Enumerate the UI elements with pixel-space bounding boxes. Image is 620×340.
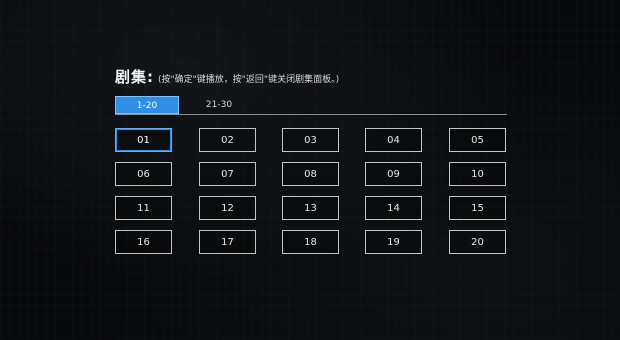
episode-button-16[interactable]: 16	[115, 230, 172, 254]
episode-grid: 01 02 03 04 05 06 07 08 09 10 11 12 13 1…	[115, 128, 508, 254]
panel-hint: (按"确定"键播放，按"返回"键关闭剧集面板。)	[158, 75, 340, 85]
tab-1-20[interactable]: 1-20	[115, 96, 179, 114]
tabs-divider	[115, 114, 507, 115]
episode-button-09[interactable]: 09	[365, 162, 422, 186]
episode-range-tabs: 1-20 21-30	[115, 96, 507, 116]
episode-button-02[interactable]: 02	[199, 128, 256, 152]
episode-panel: 剧集: (按"确定"键播放，按"返回"键关闭剧集面板。) 1-20 21-30 …	[0, 0, 620, 340]
episode-button-11[interactable]: 11	[115, 196, 172, 220]
panel-header: 剧集: (按"确定"键播放，按"返回"键关闭剧集面板。)	[115, 66, 339, 86]
episode-button-08[interactable]: 08	[282, 162, 339, 186]
episode-button-03[interactable]: 03	[282, 128, 339, 152]
episode-button-07[interactable]: 07	[199, 162, 256, 186]
episode-button-05[interactable]: 05	[449, 128, 506, 152]
episode-button-18[interactable]: 18	[282, 230, 339, 254]
episode-button-10[interactable]: 10	[449, 162, 506, 186]
episode-button-15[interactable]: 15	[449, 196, 506, 220]
episode-button-04[interactable]: 04	[365, 128, 422, 152]
episode-button-01[interactable]: 01	[115, 128, 172, 152]
episode-button-20[interactable]: 20	[449, 230, 506, 254]
episode-button-06[interactable]: 06	[115, 162, 172, 186]
panel-title: 剧集:	[115, 68, 154, 86]
episode-button-14[interactable]: 14	[365, 196, 422, 220]
episode-button-13[interactable]: 13	[282, 196, 339, 220]
episode-button-12[interactable]: 12	[199, 196, 256, 220]
episode-button-19[interactable]: 19	[365, 230, 422, 254]
tab-21-30[interactable]: 21-30	[201, 96, 237, 114]
episode-button-17[interactable]: 17	[199, 230, 256, 254]
